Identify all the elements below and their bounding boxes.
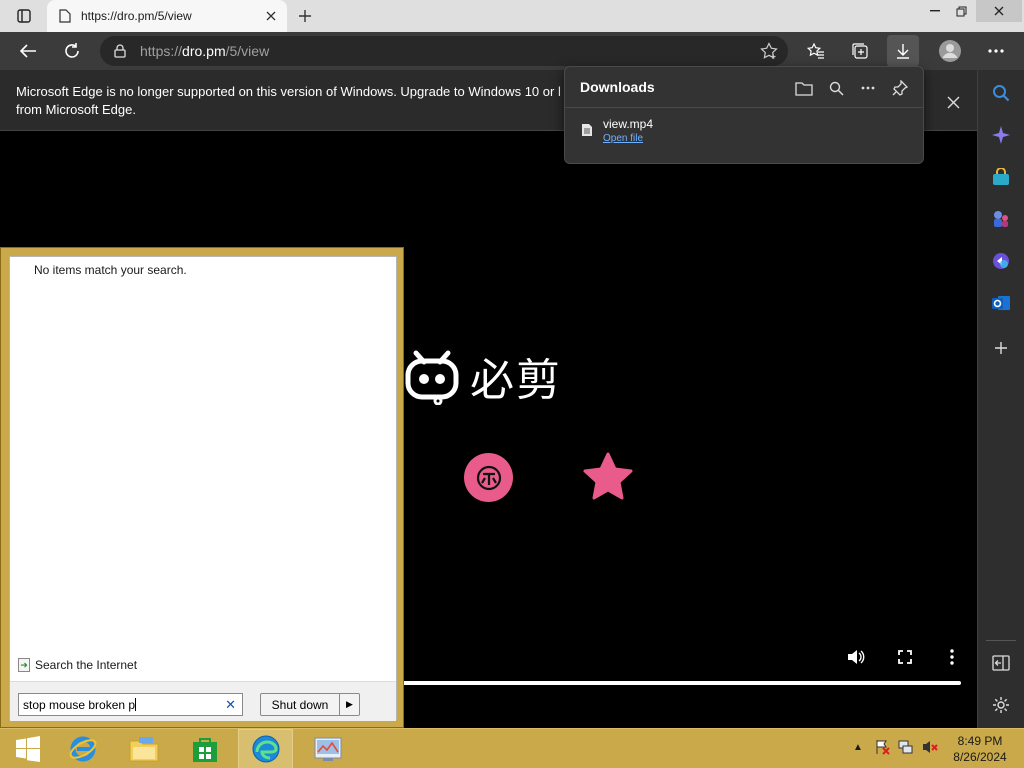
address-bar[interactable]: https://dro.pm/5/view xyxy=(100,36,788,66)
add-sidebar-app-icon[interactable] xyxy=(990,337,1012,359)
copilot-logo-icon[interactable] xyxy=(990,250,1012,272)
clock-time: 8:49 PM xyxy=(957,734,1003,748)
edge-icon[interactable] xyxy=(238,729,293,768)
store-icon[interactable] xyxy=(177,729,232,768)
coin-icon xyxy=(464,453,513,502)
star-icon xyxy=(583,452,633,500)
tab-title: https://dro.pm/5/view xyxy=(81,9,192,23)
file-icon xyxy=(582,124,592,136)
clear-search-icon[interactable]: ✕ xyxy=(225,697,236,713)
browser-toolbar: https://dro.pm/5/view xyxy=(0,32,1024,70)
shutdown-options-arrow-icon[interactable]: ▶ xyxy=(339,694,359,715)
internet-explorer-icon[interactable] xyxy=(55,729,110,768)
collections-icon[interactable] xyxy=(844,35,876,67)
open-file-link[interactable]: Open file xyxy=(603,133,653,144)
shutdown-button[interactable]: Shut down ▶ xyxy=(260,693,360,716)
downloads-icon[interactable] xyxy=(887,35,919,67)
settings-gear-icon[interactable] xyxy=(990,694,1012,716)
search-downloads-icon[interactable] xyxy=(825,77,847,99)
volume-icon[interactable] xyxy=(846,647,866,667)
bijian-mascot-icon xyxy=(405,350,459,405)
bijian-logo-text: 必剪 xyxy=(470,355,562,406)
refresh-icon[interactable] xyxy=(56,35,88,67)
add-favorite-icon[interactable] xyxy=(758,40,780,62)
tab-strip: https://dro.pm/5/view xyxy=(0,0,1024,32)
action-center-flag-icon[interactable] xyxy=(874,739,890,755)
back-icon[interactable] xyxy=(12,35,44,67)
download-filename: view.mp4 xyxy=(603,117,654,131)
infobar-message: Microsoft Edge is no longer supported on… xyxy=(16,84,561,117)
video-progress-bar[interactable] xyxy=(400,681,961,685)
more-menu-icon[interactable] xyxy=(980,35,1012,67)
no-results-text: No items match your search. xyxy=(34,263,187,277)
close-infobar-icon[interactable] xyxy=(944,93,962,111)
control-panel-icon[interactable] xyxy=(300,729,355,768)
outlook-icon[interactable] xyxy=(990,292,1012,314)
pin-icon[interactable] xyxy=(889,77,911,99)
fullscreen-icon[interactable] xyxy=(895,647,915,667)
favorites-icon[interactable] xyxy=(800,35,832,67)
edge-sidebar xyxy=(977,70,1024,728)
start-menu: No items match your search. ➜ Search the… xyxy=(0,247,404,728)
downloads-divider xyxy=(565,107,923,108)
games-icon[interactable] xyxy=(990,208,1012,230)
close-window-icon[interactable] xyxy=(976,0,1022,22)
windows-start-icon[interactable] xyxy=(0,729,55,768)
close-tab-icon[interactable] xyxy=(263,8,279,24)
downloads-flyout: Downloads view.mp4 Open file xyxy=(564,66,924,164)
open-folder-icon[interactable] xyxy=(793,77,815,99)
browser-tab[interactable]: https://dro.pm/5/view xyxy=(47,0,287,32)
url-text: https://dro.pm/5/view xyxy=(140,43,270,59)
sidebar-divider xyxy=(986,640,1016,641)
hide-sidebar-icon[interactable] xyxy=(990,652,1012,674)
taskbar: ▲ 8:49 PM 8/26/2024 xyxy=(0,728,1024,768)
start-menu-results: No items match your search. ➜ Search the… xyxy=(9,256,397,721)
download-item[interactable]: view.mp4 Open file xyxy=(581,117,653,144)
start-search-input[interactable]: stop mouse broken p ✕ xyxy=(18,693,243,716)
search-internet-link[interactable]: ➜ Search the Internet xyxy=(18,658,137,672)
restore-icon[interactable] xyxy=(946,0,976,22)
show-hidden-icons-icon[interactable]: ▲ xyxy=(850,739,866,755)
page-icon xyxy=(59,9,71,23)
video-more-icon[interactable] xyxy=(942,647,962,667)
search-internet-icon: ➜ xyxy=(18,658,30,672)
new-tab-icon[interactable] xyxy=(294,5,316,27)
profile-avatar-icon[interactable] xyxy=(934,35,966,67)
downloads-title: Downloads xyxy=(580,79,655,95)
search-icon[interactable] xyxy=(990,82,1012,104)
volume-muted-icon[interactable] xyxy=(922,739,938,755)
bijian-logo: 必剪 xyxy=(402,344,562,408)
start-menu-footer: stop mouse broken p ✕ Shut down ▶ xyxy=(10,681,396,721)
system-clock[interactable]: 8:49 PM 8/26/2024 xyxy=(944,733,1016,765)
copilot-sparkle-icon[interactable] xyxy=(990,124,1012,146)
more-options-icon[interactable] xyxy=(857,77,879,99)
clock-date: 8/26/2024 xyxy=(953,750,1007,764)
shopping-bag-icon[interactable] xyxy=(990,166,1012,188)
lock-icon[interactable] xyxy=(114,44,126,58)
tab-actions-icon[interactable] xyxy=(8,5,40,27)
file-explorer-icon[interactable] xyxy=(116,729,171,768)
network-icon[interactable] xyxy=(898,739,914,755)
